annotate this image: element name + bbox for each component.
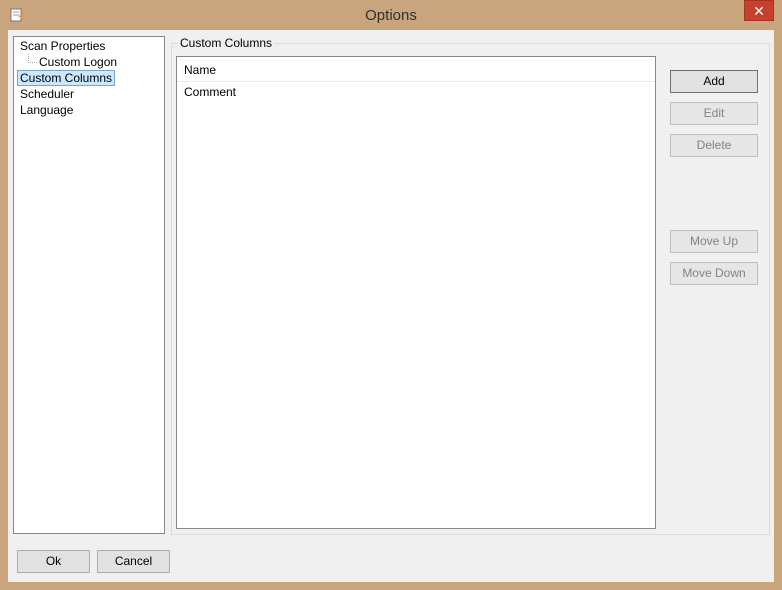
edit-button[interactable]: Edit	[670, 102, 758, 125]
list-item[interactable]: Comment	[184, 85, 236, 99]
dialog-client-area: Scan Properties Custom Logon Custom Colu…	[8, 30, 774, 582]
tree-item-language[interactable]: Language	[20, 102, 73, 118]
tree-item-custom-columns[interactable]: Custom Columns	[17, 70, 116, 86]
tree-item-label: Custom Logon	[39, 55, 118, 69]
close-button[interactable]: ✕	[744, 0, 774, 21]
tree-item-label: Language	[20, 103, 74, 117]
add-button[interactable]: Add	[670, 70, 758, 93]
custom-columns-list[interactable]: Name Comment	[176, 56, 656, 529]
tree-item-label: Custom Columns	[20, 71, 113, 85]
tree-item-scan-properties[interactable]: Scan Properties	[20, 38, 105, 54]
cancel-button[interactable]: Cancel	[97, 550, 170, 573]
move-down-button[interactable]: Move Down	[670, 262, 758, 285]
title-bar: Options ✕	[0, 0, 782, 30]
move-up-button[interactable]: Move Up	[670, 230, 758, 253]
options-tree[interactable]: Scan Properties Custom Logon Custom Colu…	[13, 36, 165, 534]
window-title: Options	[365, 7, 417, 24]
tree-item-custom-logon[interactable]: Custom Logon	[39, 54, 117, 70]
tree-item-label: Scan Properties	[20, 39, 106, 53]
column-header-name[interactable]: Name	[177, 57, 655, 82]
ok-button[interactable]: Ok	[17, 550, 90, 573]
group-title: Custom Columns	[178, 36, 275, 50]
tree-connector	[28, 54, 37, 63]
close-icon: ✕	[753, 3, 765, 19]
tree-item-label: Scheduler	[20, 87, 75, 101]
column-header-label: Name	[184, 63, 217, 77]
delete-button[interactable]: Delete	[670, 134, 758, 157]
tree-item-scheduler[interactable]: Scheduler	[20, 86, 74, 102]
list-item-label: Comment	[184, 85, 237, 99]
